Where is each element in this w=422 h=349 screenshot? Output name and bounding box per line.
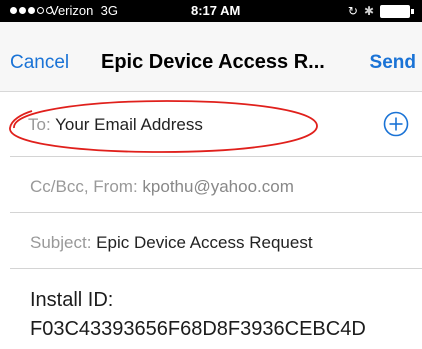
- cc-bcc-field[interactable]: Cc/Bcc, From: kpothu@yahoo.com: [30, 177, 294, 197]
- to-input[interactable]: Your Email Address: [55, 115, 203, 134]
- from-address[interactable]: kpothu@yahoo.com: [142, 177, 293, 196]
- signal-dot: [19, 7, 26, 14]
- to-label: To:: [28, 115, 51, 134]
- signal-strength-icon: [10, 7, 53, 15]
- mail-compose-screen: Verizon 3G 8:17 AM ↻ ✱ Cancel Epic Devic…: [0, 0, 422, 349]
- subject-input[interactable]: Epic Device Access Request: [96, 233, 312, 252]
- rotation-lock-icon: ↻: [347, 4, 358, 18]
- carrier-label: Verizon 3G: [50, 3, 118, 18]
- status-bar: Verizon 3G 8:17 AM ↻ ✱: [0, 0, 422, 22]
- cc-bcc-label: Cc/Bcc, From:: [30, 177, 138, 196]
- signal-dot: [10, 7, 17, 14]
- cc-bcc-field-row[interactable]: Cc/Bcc, From: kpothu@yahoo.com: [0, 157, 422, 213]
- subject-label: Subject:: [30, 233, 92, 252]
- to-field-row[interactable]: To: Your Email Address: [0, 92, 422, 157]
- install-id-value: F03C43393656F68D8F3936CEBC4D: [30, 318, 366, 340]
- status-icons: ↻ ✱: [348, 4, 414, 18]
- install-id-label: Install ID:: [30, 289, 114, 311]
- compose-nav-bar: Cancel Epic Device Access R... Send: [0, 22, 422, 92]
- bluetooth-icon: ✱: [363, 4, 374, 18]
- status-time: 8:17 AM: [191, 3, 241, 18]
- cancel-button[interactable]: Cancel: [10, 52, 69, 74]
- carrier-name: Verizon: [50, 3, 94, 18]
- signal-dot: [37, 7, 44, 14]
- subject-field[interactable]: Subject: Epic Device Access Request: [30, 233, 313, 253]
- compose-title: Epic Device Access R...: [101, 51, 325, 73]
- subject-field-row[interactable]: Subject: Epic Device Access Request: [0, 213, 422, 269]
- network-type: 3G: [100, 3, 118, 18]
- send-button[interactable]: Send: [370, 52, 416, 74]
- battery-icon: [380, 4, 414, 18]
- add-contact-icon[interactable]: [381, 109, 411, 139]
- divider: [10, 268, 422, 269]
- to-field[interactable]: To: Your Email Address: [28, 115, 203, 135]
- signal-dot: [28, 7, 35, 14]
